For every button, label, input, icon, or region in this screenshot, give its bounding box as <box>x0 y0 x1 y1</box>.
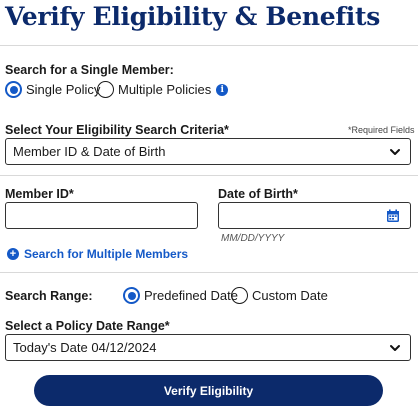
member-search-label: Search for a Single Member: <box>5 63 174 77</box>
radio-predefined-date-label: Predefined Date <box>144 288 238 303</box>
radio-selected-icon[interactable] <box>5 81 22 98</box>
required-fields-note: *Required Fields <box>348 125 415 135</box>
criteria-select-value: Member ID & Date of Birth <box>13 144 166 159</box>
calendar-icon[interactable] <box>386 209 400 223</box>
search-multiple-members-link[interactable]: + Search for Multiple Members <box>7 247 188 261</box>
search-multiple-members-label: Search for Multiple Members <box>24 247 189 261</box>
radio-custom-date[interactable]: Custom Date <box>231 287 328 304</box>
dob-input[interactable] <box>218 202 411 229</box>
divider <box>0 272 418 273</box>
dob-label: Date of Birth* <box>218 187 298 201</box>
criteria-label: Select Your Eligibility Search Criteria* <box>5 123 229 137</box>
criteria-select[interactable]: Member ID & Date of Birth <box>5 138 411 165</box>
radio-multiple-policies-label: Multiple Policies <box>118 82 212 97</box>
radio-custom-date-label: Custom Date <box>252 288 328 303</box>
chevron-down-icon <box>390 345 400 351</box>
radio-unselected-icon[interactable] <box>97 81 114 98</box>
radio-single-policy-label: Single Policy <box>26 82 101 97</box>
policy-date-range-select[interactable]: Today's Date 04/12/2024 <box>5 334 411 361</box>
chevron-down-icon <box>390 149 400 155</box>
plus-icon: + <box>7 248 19 260</box>
radio-multiple-policies[interactable]: Multiple Policies i <box>97 81 229 98</box>
radio-selected-icon[interactable] <box>123 287 140 304</box>
member-id-input[interactable] <box>5 202 198 229</box>
radio-single-policy[interactable]: Single Policy <box>5 81 100 98</box>
page-title: Verify Eligibility & Benefits <box>5 2 381 31</box>
divider <box>0 175 418 176</box>
radio-unselected-icon[interactable] <box>231 287 248 304</box>
dob-format-hint: MM/DD/YYYY <box>221 233 285 244</box>
radio-predefined-date[interactable]: Predefined Date <box>123 287 238 304</box>
member-id-label: Member ID* <box>5 187 74 201</box>
divider <box>0 45 418 46</box>
info-icon[interactable]: i <box>216 83 229 96</box>
verify-eligibility-button[interactable]: Verify Eligibility <box>34 375 383 406</box>
policy-date-range-label: Select a Policy Date Range* <box>5 319 170 333</box>
search-range-label: Search Range: <box>5 289 93 303</box>
policy-date-range-value: Today's Date 04/12/2024 <box>13 340 157 355</box>
